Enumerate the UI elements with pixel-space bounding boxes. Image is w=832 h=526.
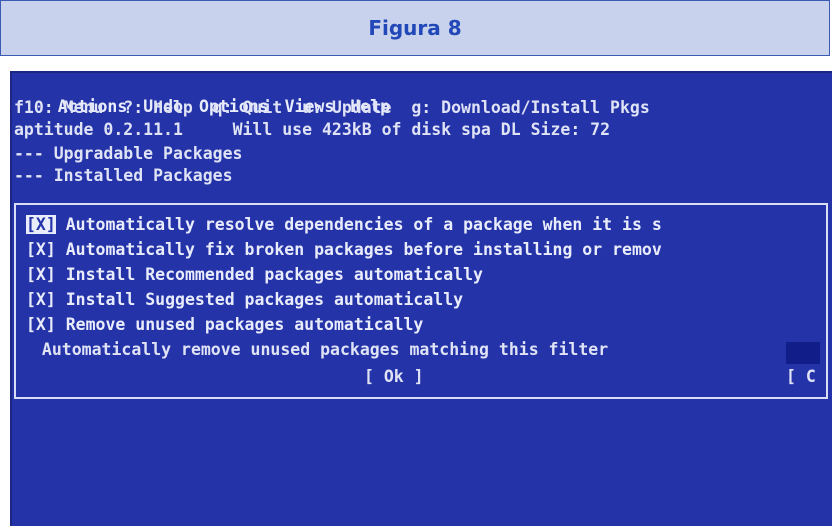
figure-caption-bar: Figura 8: [0, 0, 830, 56]
option-install-suggested[interactable]: [X] Install Suggested packages automatic…: [26, 288, 463, 312]
option-remove-unused[interactable]: [X] Remove unused packages automatically: [26, 313, 423, 337]
aptitude-terminal: Actions Undo Options Views Help f10: Menu ?:…: [10, 71, 832, 526]
checkbox[interactable]: [X]: [26, 290, 56, 309]
key-shortcuts-line: f10: Menu ?: Help q: Quit u: Update g: D…: [14, 98, 650, 117]
option-install-recommended[interactable]: [X] Install Recommended packages automat…: [26, 263, 483, 287]
menu-bar: Actions Undo Options Views Help: [14, 75, 407, 116]
options-dialog: [X] Automatically resolve dependencies o…: [14, 203, 828, 399]
option-label: Automatically fix broken packages before…: [55, 240, 662, 259]
filter-input[interactable]: [786, 342, 820, 364]
checkbox[interactable]: [X]: [26, 215, 56, 234]
filter-label: Automatically remove unused packages mat…: [32, 340, 609, 359]
installed-packages-group[interactable]: --- Installed Packages: [14, 165, 233, 186]
cancel-button[interactable]: [ C: [786, 365, 816, 389]
option-label: Automatically resolve dependencies of a …: [55, 215, 662, 234]
figure-caption: Figura 8: [368, 16, 462, 40]
checkbox[interactable]: [X]: [26, 315, 56, 334]
upgradable-packages-group[interactable]: --- Upgradable Packages: [14, 143, 242, 164]
checkbox[interactable]: [X]: [26, 265, 56, 284]
option-fix-broken[interactable]: [X] Automatically fix broken packages be…: [26, 238, 662, 262]
option-resolve-dependencies[interactable]: [X] Automatically resolve dependencies o…: [26, 213, 662, 237]
option-label: Install Recommended packages automatical…: [55, 265, 483, 284]
option-label: Remove unused packages automatically: [55, 315, 424, 334]
disk-usage-text: Will use 423kB of disk spa DL Size: 72: [232, 120, 611, 139]
ok-button[interactable]: [ Ok ]: [364, 365, 424, 389]
version-text: aptitude 0.2.11.1: [14, 120, 183, 139]
checkbox[interactable]: [X]: [26, 240, 56, 259]
status-line: aptitude 0.2.11.1 Will use 423kB of disk…: [14, 119, 610, 140]
option-label: Install Suggested packages automatically: [55, 290, 464, 309]
